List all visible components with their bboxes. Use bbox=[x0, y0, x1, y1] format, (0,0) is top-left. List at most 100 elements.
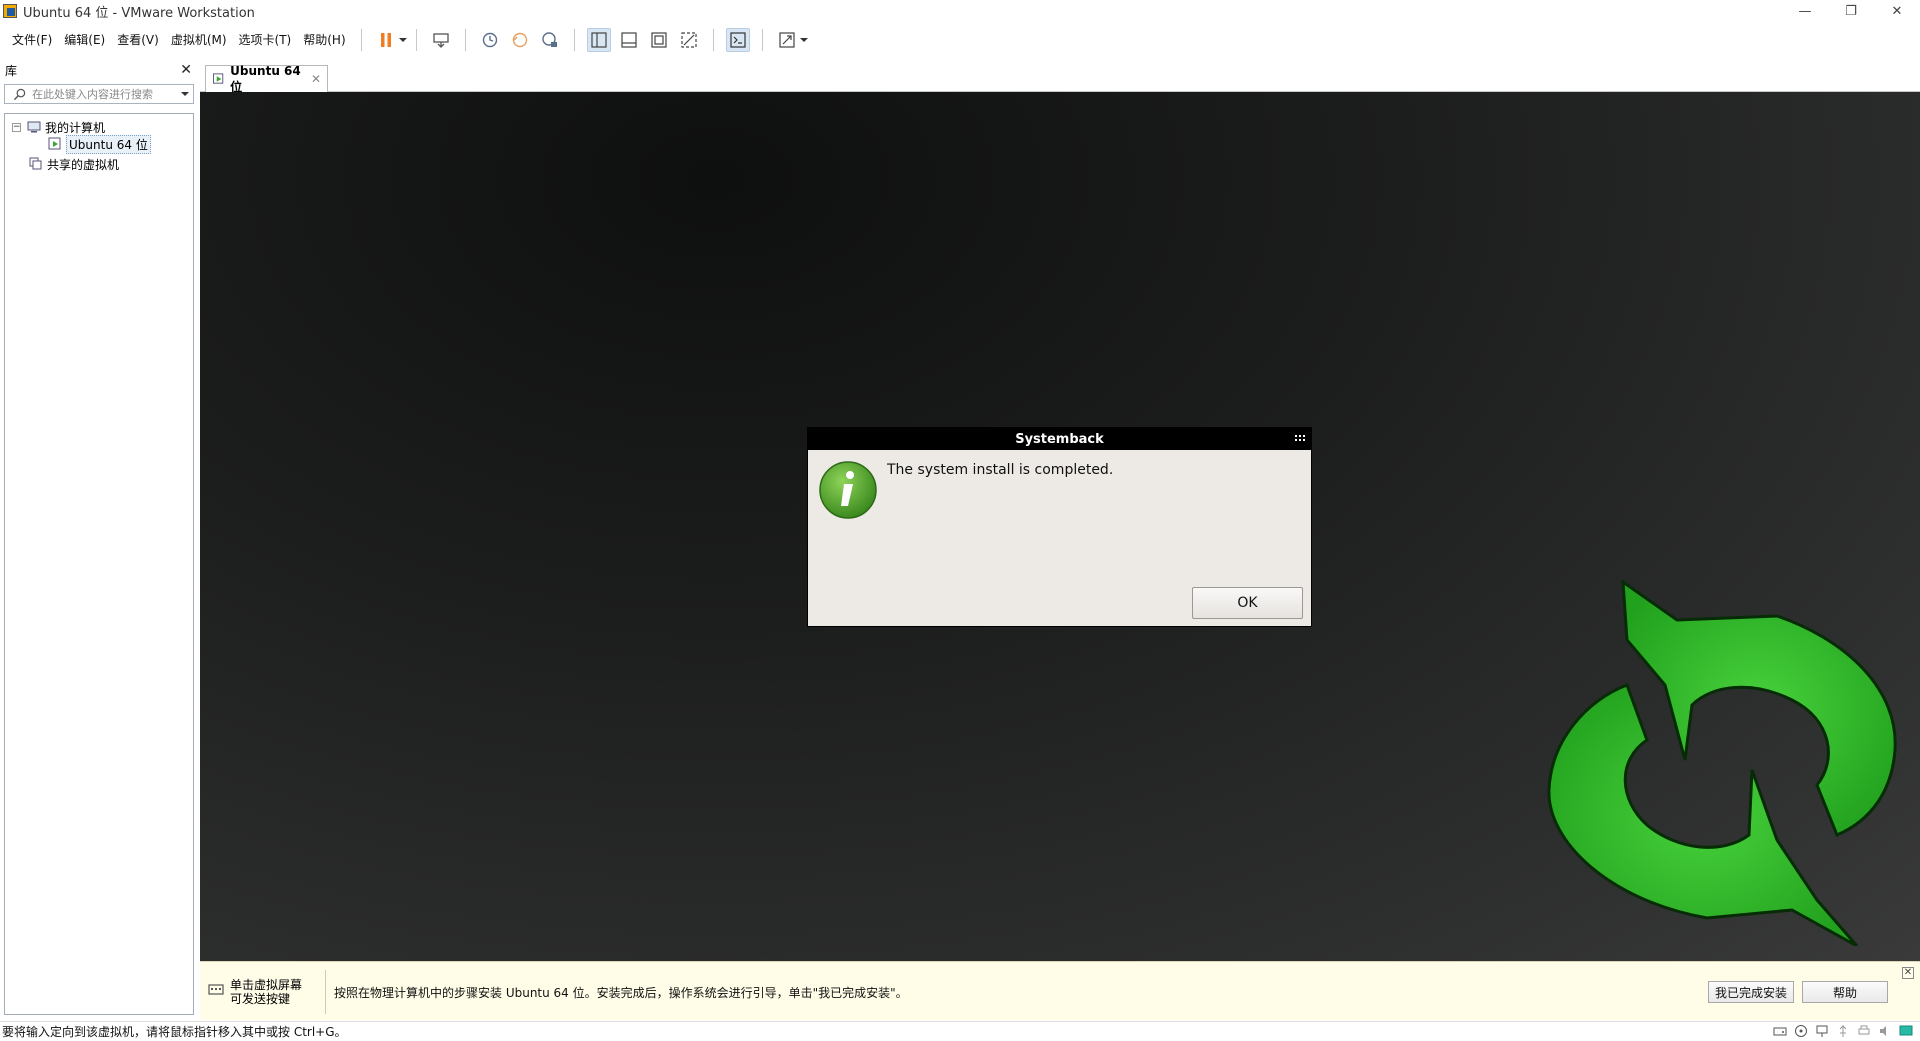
hint-line-2: 可发送按键 bbox=[230, 992, 291, 1006]
power-dropdown[interactable] bbox=[398, 28, 407, 52]
toolbar-separator bbox=[360, 29, 362, 51]
collapse-toggle[interactable]: − bbox=[12, 122, 21, 132]
menu-file[interactable]: 文件(F) bbox=[6, 30, 58, 50]
printer-icon bbox=[1858, 1025, 1870, 1035]
hint-message: 按照在物理计算机中的步骤安装 Ubuntu 64 位。安装完成后，操作系统会进行… bbox=[334, 986, 908, 1000]
dialog-menu-icon[interactable] bbox=[1295, 433, 1305, 443]
unity-icon bbox=[681, 32, 697, 48]
toolbar-separator bbox=[761, 29, 763, 51]
library-panel: 库 ✕ − 我的计算机 Ubuntu 64 位 共享的虚拟机 bbox=[0, 60, 198, 1020]
vm-console-screen[interactable]: Systemback The system install is complet… bbox=[200, 92, 1920, 961]
hint-divider bbox=[325, 970, 326, 1014]
message-log-status[interactable] bbox=[1898, 1024, 1914, 1038]
tab-ubuntu-vm[interactable]: Ubuntu 64 位 ✕ bbox=[205, 63, 328, 94]
network-status[interactable] bbox=[1814, 1024, 1830, 1038]
window-titlebar: Ubuntu 64 位 - VMware Workstation — ❐ ✕ bbox=[0, 0, 1920, 22]
menu-help[interactable]: 帮助(H) bbox=[297, 30, 351, 50]
snapshot-manager-button[interactable] bbox=[538, 28, 562, 52]
snapshot-manager-icon bbox=[541, 32, 557, 47]
stretch-dropdown[interactable] bbox=[799, 28, 808, 52]
unity-button[interactable] bbox=[677, 28, 701, 52]
cd-icon bbox=[1795, 1025, 1807, 1037]
dialog-title: Systemback bbox=[1015, 431, 1104, 447]
thumbnail-bar-icon bbox=[621, 32, 637, 48]
shared-vms-icon bbox=[29, 157, 42, 170]
library-close-button[interactable]: ✕ bbox=[180, 63, 192, 77]
revert-snapshot-button[interactable] bbox=[508, 28, 532, 52]
show-thumbnail-bar-button[interactable] bbox=[617, 28, 641, 52]
restore-button[interactable]: ❐ bbox=[1828, 0, 1874, 22]
minimize-button[interactable]: — bbox=[1782, 0, 1828, 22]
usb-icon bbox=[1839, 1025, 1847, 1037]
library-title: 库 bbox=[5, 63, 18, 78]
hard-disk-icon bbox=[1773, 1027, 1787, 1036]
full-screen-button[interactable] bbox=[647, 28, 671, 52]
menu-view[interactable]: 查看(V) bbox=[111, 30, 165, 50]
window-controls: — ❐ ✕ bbox=[1782, 0, 1920, 22]
tab-close-button[interactable]: ✕ bbox=[311, 72, 321, 86]
info-icon bbox=[819, 461, 877, 519]
tree-item-ubuntu-vm[interactable]: Ubuntu 64 位 bbox=[48, 134, 151, 154]
console-view-button[interactable] bbox=[725, 28, 750, 52]
dialog-titlebar[interactable]: Systemback bbox=[808, 428, 1311, 450]
library-search-input[interactable] bbox=[32, 87, 172, 101]
tree-item-my-computer[interactable]: − 我的计算机 bbox=[12, 118, 105, 136]
search-icon bbox=[13, 88, 26, 100]
toolbar-separator bbox=[464, 29, 466, 51]
send-keys-icon bbox=[432, 33, 449, 48]
send-ctrl-alt-del-button[interactable] bbox=[429, 28, 453, 52]
toolbar-separator bbox=[712, 29, 714, 51]
printer-status[interactable] bbox=[1856, 1024, 1872, 1038]
stretch-icon bbox=[779, 32, 795, 48]
full-screen-icon bbox=[651, 32, 667, 48]
finish-install-button[interactable]: 我已完成安装 bbox=[1708, 981, 1794, 1003]
tree-item-shared-vms[interactable]: 共享的虚拟机 bbox=[29, 155, 119, 173]
install-hint-bar: 单击虚拟屏幕 可发送按键 按照在物理计算机中的步骤安装 Ubuntu 64 位。… bbox=[200, 961, 1920, 1020]
library-search[interactable] bbox=[4, 84, 194, 104]
device-status-icons bbox=[1767, 1024, 1914, 1038]
toolbar-separator bbox=[415, 29, 417, 51]
library-tree: − 我的计算机 Ubuntu 64 位 共享的虚拟机 bbox=[4, 113, 194, 1015]
close-button[interactable]: ✕ bbox=[1874, 0, 1920, 22]
cd-dvd-status[interactable] bbox=[1793, 1024, 1809, 1038]
tree-item-label: 共享的虚拟机 bbox=[47, 157, 120, 172]
stretch-guest-button[interactable] bbox=[775, 28, 799, 52]
vm-icon bbox=[213, 73, 224, 84]
window-title: Ubuntu 64 位 - VMware Workstation bbox=[23, 5, 255, 21]
systemback-dialog: Systemback The system install is complet… bbox=[807, 427, 1312, 627]
click-to-send-keys-hint: 单击虚拟屏幕 可发送按键 bbox=[208, 978, 302, 1006]
menu-vm[interactable]: 虚拟机(M) bbox=[165, 30, 233, 50]
computer-icon bbox=[27, 121, 41, 133]
vm-tabstrip: Ubuntu 64 位 ✕ bbox=[200, 60, 1920, 94]
toolbar-separator bbox=[573, 29, 575, 51]
ok-button[interactable]: OK bbox=[1192, 587, 1303, 619]
chevron-down-icon bbox=[398, 38, 407, 42]
snapshot-button[interactable] bbox=[478, 28, 502, 52]
menu-edit[interactable]: 编辑(E) bbox=[58, 30, 111, 50]
pause-button[interactable] bbox=[374, 28, 398, 52]
pause-icon bbox=[380, 33, 391, 47]
chevron-down-icon[interactable] bbox=[181, 91, 189, 97]
library-panel-icon bbox=[591, 32, 607, 48]
status-bar: 要将输入定向到该虚拟机，请将鼠标指针移入其中或按 Ctrl+G。 bbox=[0, 1021, 1920, 1041]
tree-item-label: Ubuntu 64 位 bbox=[66, 134, 151, 154]
hint-close-button[interactable]: ✕ bbox=[1902, 967, 1914, 979]
tab-label: Ubuntu 64 位 bbox=[230, 63, 301, 94]
menu-tabs[interactable]: 选项卡(T) bbox=[233, 30, 298, 50]
vmware-app-icon bbox=[3, 4, 17, 18]
hint-line-1: 单击虚拟屏幕 bbox=[230, 978, 303, 992]
library-header: 库 ✕ bbox=[0, 60, 198, 80]
vm-icon bbox=[48, 137, 61, 150]
hard-disk-status[interactable] bbox=[1772, 1024, 1788, 1038]
usb-status[interactable] bbox=[1835, 1024, 1851, 1038]
snapshot-icon bbox=[482, 32, 497, 48]
help-button[interactable]: 帮助 bbox=[1802, 981, 1888, 1003]
sound-status[interactable] bbox=[1877, 1024, 1893, 1038]
network-icon bbox=[1816, 1025, 1828, 1037]
menu-toolbar: 文件(F) 编辑(E) 查看(V) 虚拟机(M) 选项卡(T) 帮助(H) bbox=[0, 24, 1920, 56]
show-library-button[interactable] bbox=[586, 28, 611, 52]
console-icon bbox=[730, 32, 746, 48]
tree-item-label: 我的计算机 bbox=[45, 120, 106, 135]
keyboard-icon bbox=[208, 984, 224, 995]
dialog-message: The system install is completed. bbox=[887, 462, 1114, 478]
